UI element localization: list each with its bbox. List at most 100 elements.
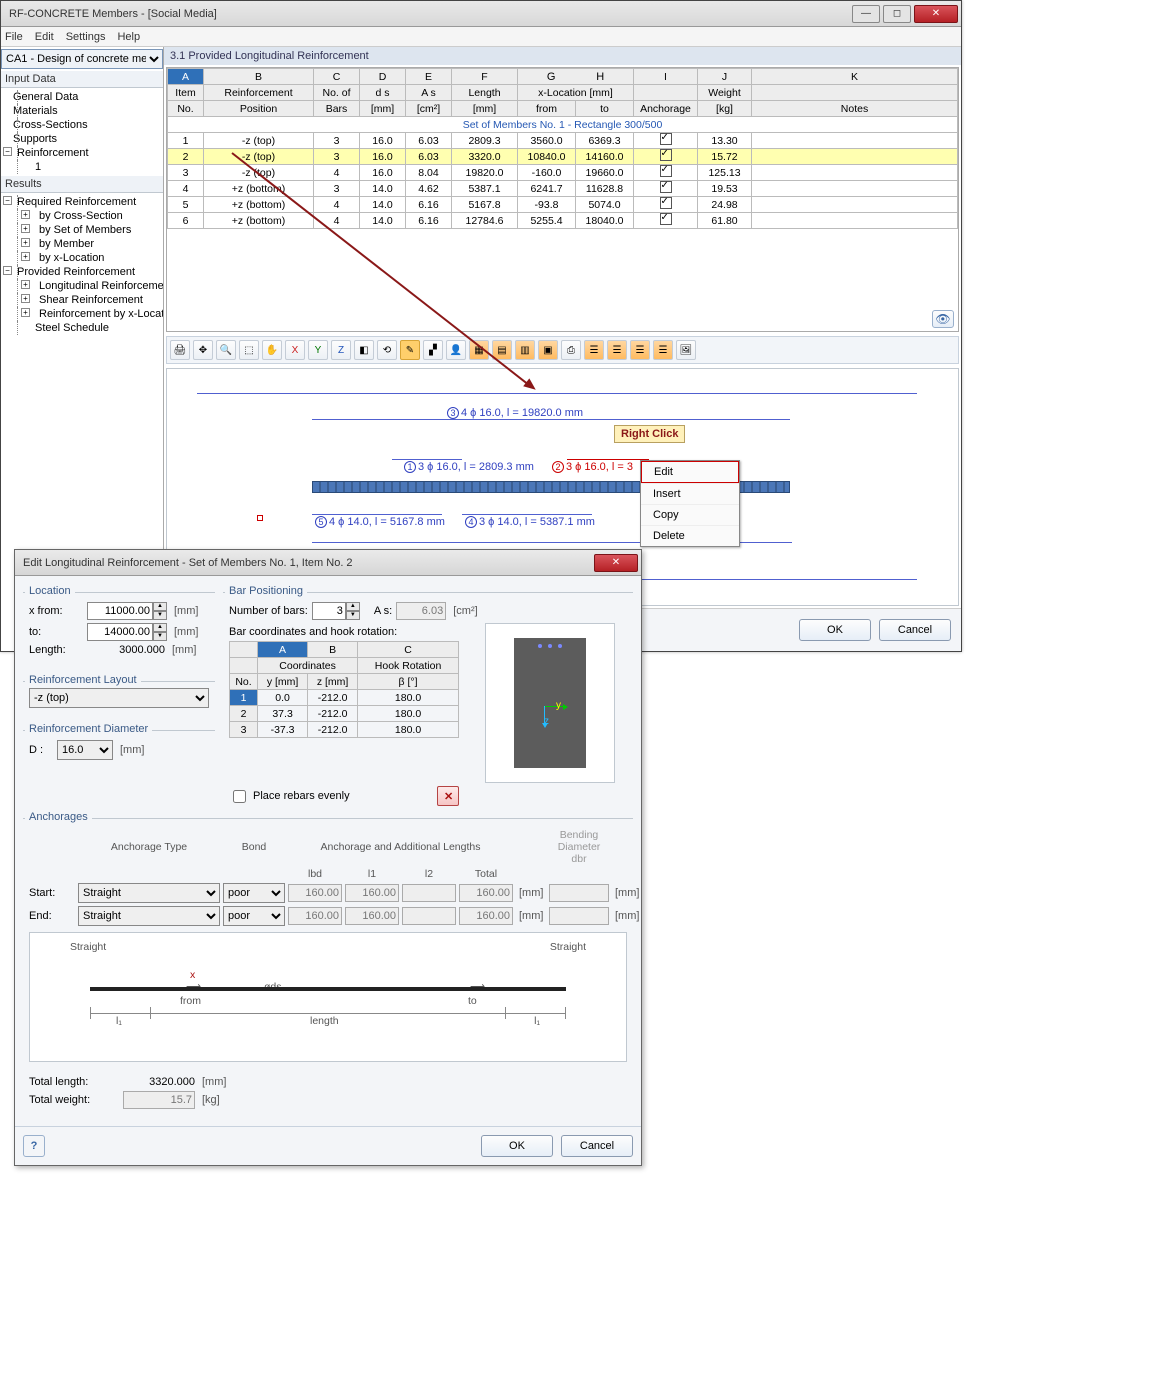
expand-icon[interactable]: + (21, 210, 30, 219)
col-C[interactable]: C (314, 69, 360, 85)
expand-icon[interactable]: + (21, 238, 30, 247)
x-to-input[interactable]: ▲▼ (87, 623, 167, 641)
end-bond-select[interactable]: poor (223, 906, 285, 926)
table-row[interactable]: 1-z (top)316.06.032809.33560.06369.313.3… (168, 133, 958, 149)
diameter-select[interactable]: 16.0 (57, 740, 113, 760)
tree-long-reinf[interactable]: +Longitudinal Reinforcement (1, 279, 163, 293)
table-row[interactable]: 2-z (top)316.06.033320.010840.014160.015… (168, 149, 958, 165)
num-bars-input[interactable]: ▲▼ (312, 602, 360, 620)
render-c-icon[interactable]: ▥ (515, 340, 535, 360)
expand-icon[interactable]: − (3, 147, 12, 156)
start-bond-select[interactable]: poor (223, 883, 285, 903)
expand-icon[interactable]: + (21, 224, 30, 233)
set-row[interactable]: Set of Members No. 1 - Rectangle 300/500 (168, 117, 958, 133)
user-icon[interactable]: 👤 (446, 340, 466, 360)
menu-settings[interactable]: Settings (66, 31, 106, 43)
menu-edit[interactable]: Edit (35, 31, 54, 43)
print-icon[interactable]: 🖨 (170, 340, 190, 360)
legend-c-icon[interactable]: ☰ (630, 340, 650, 360)
help-button[interactable]: ? (23, 1135, 45, 1157)
expand-icon[interactable]: − (3, 196, 12, 205)
results-grid[interactable]: A B C D E F G H I J K ItemReinforcementN… (166, 67, 959, 332)
table-row[interactable]: 6+z (bottom)414.06.1612784.65255.418040.… (168, 213, 958, 229)
case-select[interactable]: CA1 - Design of concrete memb (1, 49, 163, 69)
tree-reinforcement-1[interactable]: 1 (1, 160, 163, 174)
image-icon[interactable]: 🖼 (676, 340, 696, 360)
col-K[interactable]: K (752, 69, 958, 85)
layout-select[interactable]: -z (top) (29, 688, 209, 708)
ctx-copy[interactable]: Copy (641, 504, 739, 525)
tree-steel-schedule[interactable]: Steel Schedule (1, 321, 163, 335)
ctx-insert[interactable]: Insert (641, 483, 739, 504)
tree-required[interactable]: −Required Reinforcement (1, 195, 163, 209)
coord-table[interactable]: ABC CoordinatesHook Rotation No.y [mm]z … (229, 641, 459, 738)
table-row[interactable]: 5+z (bottom)414.06.165167.8-93.85074.024… (168, 197, 958, 213)
table-row[interactable]: 3-37.3-212.0180.0 (230, 722, 459, 738)
expand-icon[interactable]: − (3, 266, 12, 275)
table-row[interactable]: 3-z (top)416.08.0419820.0-160.019660.012… (168, 165, 958, 181)
dialog-ok-button[interactable]: OK (481, 1135, 553, 1157)
start-type-select[interactable]: Straight (78, 883, 220, 903)
y-view-icon[interactable]: Y (308, 340, 328, 360)
col-I[interactable]: I (634, 69, 698, 85)
select-mode-icon[interactable]: ✎ (400, 340, 420, 360)
ctx-edit[interactable]: Edit (641, 461, 739, 483)
x-from-input[interactable]: ▲▼ (87, 602, 167, 620)
table-row[interactable]: 237.3-212.0180.0 (230, 706, 459, 722)
dialog-cancel-button[interactable]: Cancel (561, 1135, 633, 1157)
dialog-close-button[interactable]: ✕ (594, 554, 638, 572)
delete-bar-button[interactable]: ✕ (437, 786, 459, 806)
main-cancel-button[interactable]: Cancel (879, 619, 951, 641)
ctx-delete[interactable]: Delete (641, 525, 739, 546)
legend-a-icon[interactable]: ☰ (584, 340, 604, 360)
end-type-select[interactable]: Straight (78, 906, 220, 926)
place-evenly-checkbox[interactable] (233, 790, 246, 803)
close-button[interactable]: ✕ (914, 5, 958, 23)
zoom-window-icon[interactable]: ⬚ (239, 340, 259, 360)
tree-shear-reinf[interactable]: +Shear Reinforcement (1, 293, 163, 307)
legend-b-icon[interactable]: ☰ (607, 340, 627, 360)
main-ok-button[interactable]: OK (799, 619, 871, 641)
expand-icon[interactable]: + (21, 308, 30, 317)
tree-materials[interactable]: Materials (1, 104, 163, 118)
zoom-icon[interactable]: 🔍 (216, 340, 236, 360)
menu-help[interactable]: Help (117, 31, 140, 43)
legend-d-icon[interactable]: ☰ (653, 340, 673, 360)
iso-view-icon[interactable]: ◧ (354, 340, 374, 360)
tree-reinf-by-x[interactable]: +Reinforcement by x-Location (1, 307, 163, 321)
select-icon[interactable]: ✥ (193, 340, 213, 360)
z-view-icon[interactable]: Z (331, 340, 351, 360)
tree-provided[interactable]: −Provided Reinforcement (1, 265, 163, 279)
render-d-icon[interactable]: ▣ (538, 340, 558, 360)
toggle-view-button[interactable]: 👁 (932, 310, 954, 328)
pdf-icon[interactable]: ⎙ (561, 340, 581, 360)
maximize-button[interactable]: ◻ (883, 5, 911, 23)
tree-by-cross-section[interactable]: +by Cross-Section (1, 209, 163, 223)
dialog-titlebar[interactable]: Edit Longitudinal Reinforcement - Set of… (15, 550, 641, 576)
measure-icon[interactable]: ▞ (423, 340, 443, 360)
table-row[interactable]: 10.0-212.0180.0 (230, 690, 459, 706)
tree-by-x-location[interactable]: +by x-Location (1, 251, 163, 265)
expand-icon[interactable]: + (21, 252, 30, 261)
tree-by-set[interactable]: +by Set of Members (1, 223, 163, 237)
col-B[interactable]: B (204, 69, 314, 85)
col-F[interactable]: F (452, 69, 518, 85)
tree-general-data[interactable]: General Data (1, 90, 163, 104)
tree-supports[interactable]: Supports (1, 132, 163, 146)
col-GH[interactable]: G H (518, 69, 634, 85)
col-J[interactable]: J (698, 69, 752, 85)
expand-icon[interactable]: + (21, 294, 30, 303)
menu-file[interactable]: File (5, 31, 23, 43)
col-E[interactable]: E (406, 69, 452, 85)
window-titlebar[interactable]: RF-CONCRETE Members - [Social Media] — ◻… (1, 1, 961, 27)
tree-reinforcement[interactable]: −Reinforcement (1, 146, 163, 160)
tree-by-member[interactable]: +by Member (1, 237, 163, 251)
tree-cross-sections[interactable]: Cross-Sections (1, 118, 163, 132)
expand-icon[interactable]: + (21, 280, 30, 289)
x-view-icon[interactable]: X (285, 340, 305, 360)
minimize-button[interactable]: — (852, 5, 880, 23)
reset-view-icon[interactable]: ⟲ (377, 340, 397, 360)
col-D[interactable]: D (360, 69, 406, 85)
hand-icon[interactable]: ✋ (262, 340, 282, 360)
col-A[interactable]: A (168, 69, 204, 85)
